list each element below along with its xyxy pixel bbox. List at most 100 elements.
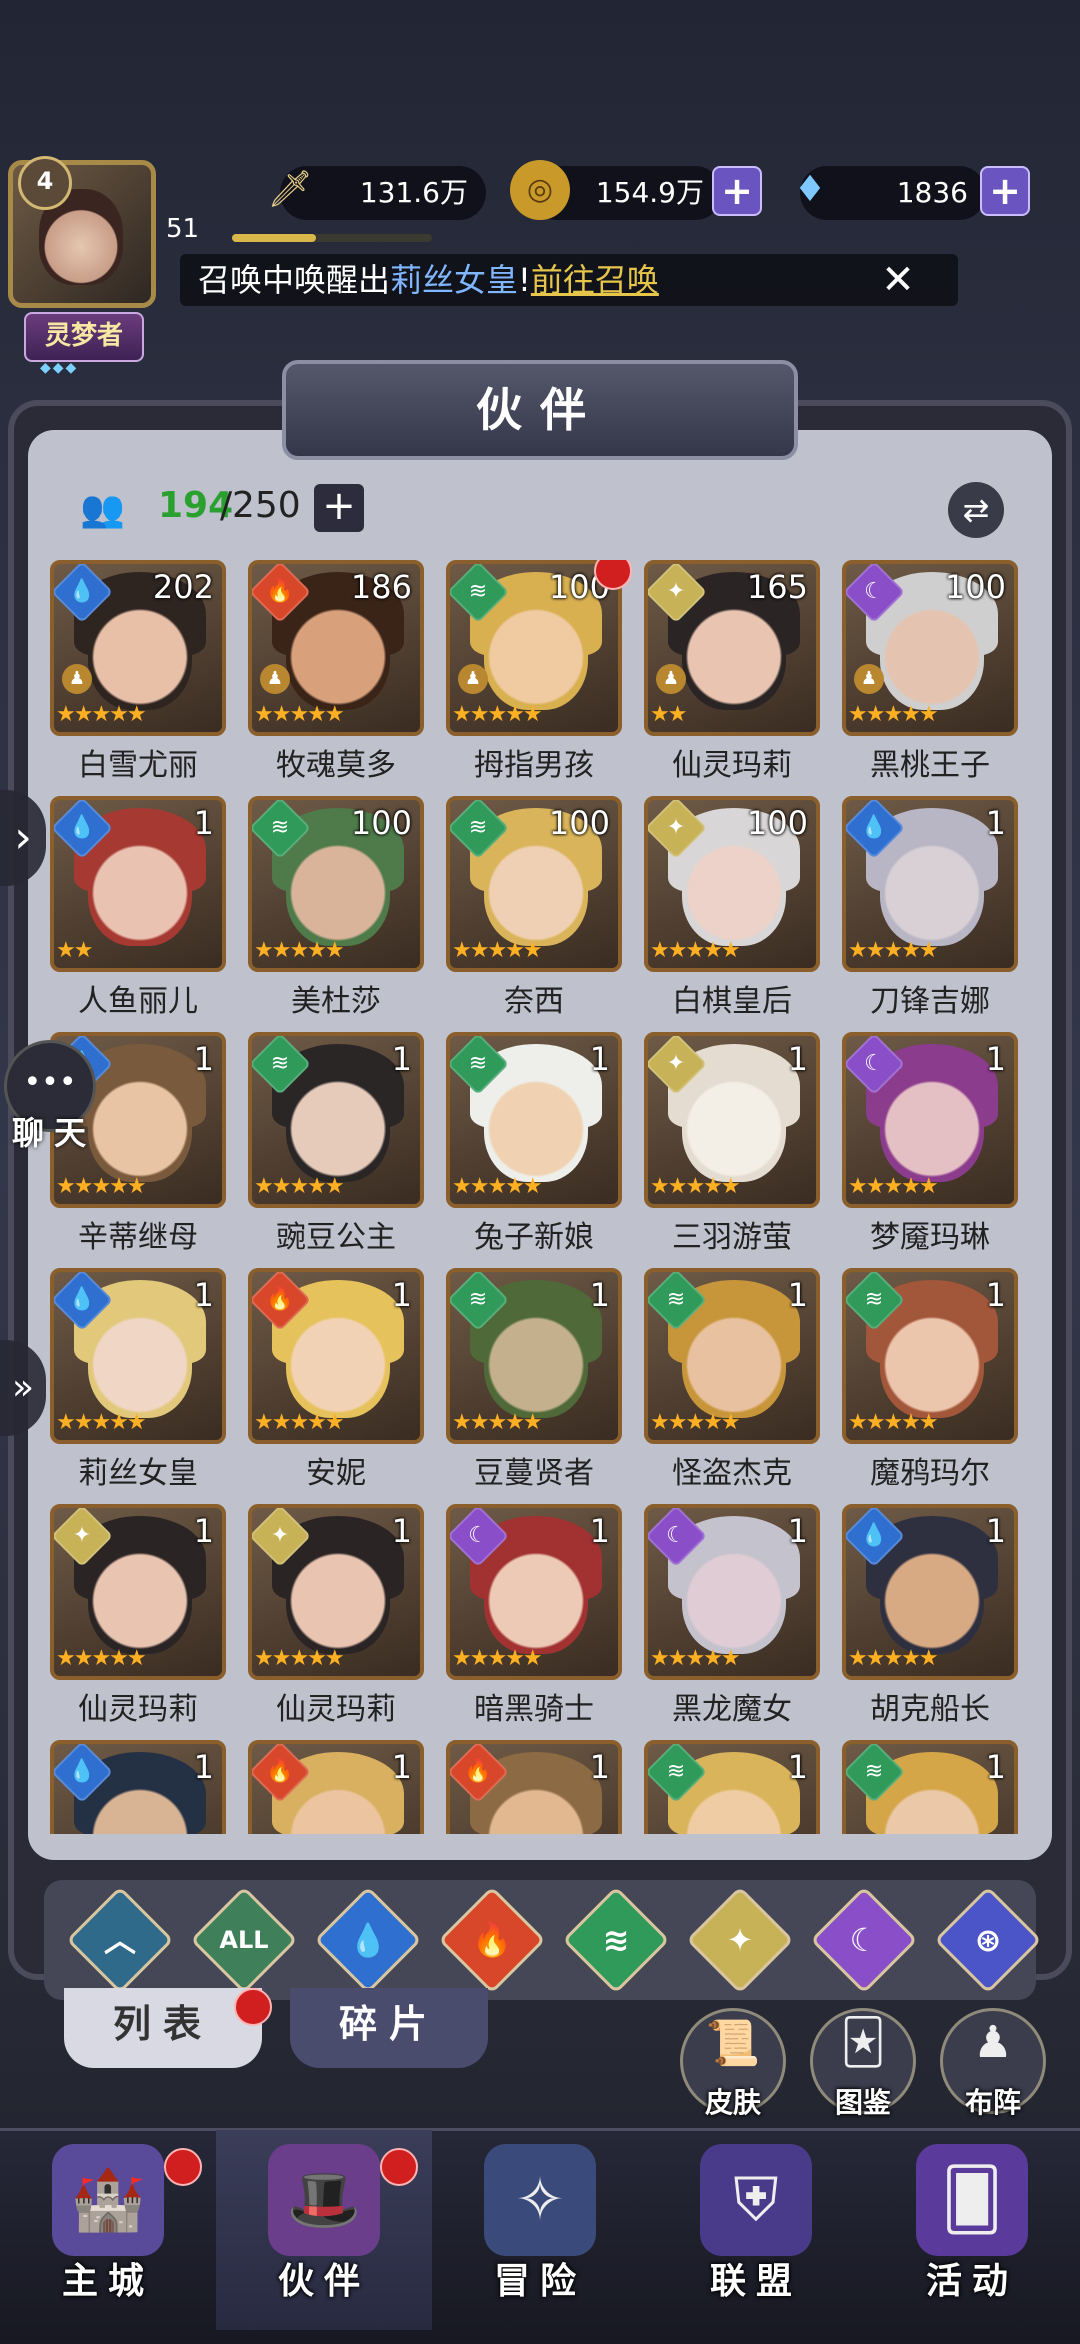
hero-level: 202 xyxy=(152,568,214,606)
element-glyph: 💧 xyxy=(860,815,888,840)
hero-face xyxy=(484,828,588,946)
hero-face xyxy=(484,1064,588,1182)
element-glyph: ✦ xyxy=(72,1523,92,1548)
hero-face xyxy=(880,1064,984,1182)
nav-events[interactable]: 🂠 活动 xyxy=(864,2130,1080,2330)
hero-name: 牧魂莫多 xyxy=(276,748,396,783)
hero-stars: ★★★★★ xyxy=(452,702,543,727)
add-gold-button[interactable]: + xyxy=(712,166,762,216)
nav-partners[interactable]: 🎩 伙伴 xyxy=(216,2130,432,2330)
add-gems-button[interactable]: + xyxy=(980,166,1030,216)
element-glyph: ≋ xyxy=(270,815,290,840)
hero-portrait-frame: 💧 1 ★★ xyxy=(50,796,226,972)
hero-level: 100 xyxy=(350,804,412,842)
hero-face xyxy=(682,828,786,946)
hero-face xyxy=(682,1064,786,1182)
hero-name: 拇指男孩 xyxy=(474,748,594,783)
hero-name: 白棋皇后 xyxy=(672,984,792,1019)
hero-name: 梦魇玛琳 xyxy=(870,1220,990,1255)
hero-level: 1 xyxy=(787,1512,808,1550)
hero-portrait-frame: ≋ 1 xyxy=(842,1740,1018,1834)
hero-face xyxy=(880,1536,984,1654)
nav-notification-dot xyxy=(164,2148,202,2186)
go-summon-link[interactable]: 前往召唤 xyxy=(531,261,659,299)
hero-name: 莉丝女皇 xyxy=(78,1456,198,1491)
hero-portrait-frame: ✦ 1 ★★★★★ xyxy=(50,1504,226,1680)
hero-name: 仙灵玛莉 xyxy=(276,1692,396,1727)
hero-name: 怪盗杰克 xyxy=(672,1456,792,1491)
filter-fire-glyph: 🔥 xyxy=(472,1921,512,1959)
hero-face xyxy=(682,1536,786,1654)
scroll-icon: 📜 xyxy=(705,2018,761,2069)
rank-title[interactable]: 灵梦者 xyxy=(24,312,144,362)
tab-list[interactable]: 列表 xyxy=(64,1988,262,2068)
element-glyph: 💧 xyxy=(68,579,96,604)
chat-label[interactable]: 聊天 xyxy=(12,1108,96,1154)
rank-stars: ◆◆◆ xyxy=(40,360,79,376)
codex-button[interactable]: 🃏 图鉴 xyxy=(810,2008,916,2119)
nav-label: 冒险 xyxy=(493,2261,586,2302)
nav-adventure[interactable]: ✧ 冒险 xyxy=(432,2130,648,2330)
hero-level: 1 xyxy=(985,1040,1006,1078)
hero-portrait-frame: ☾ 1 ★★★★★ xyxy=(446,1504,622,1680)
shield-icon: ⛨ xyxy=(700,2144,812,2256)
hero-level: 1 xyxy=(787,1748,808,1786)
hero-stars: ★★★★★ xyxy=(650,1410,741,1435)
hero-stars: ★★★★★ xyxy=(254,938,345,963)
notice-prefix: 召唤中唤醒出 xyxy=(198,261,391,299)
hero-stars: ★★★★★ xyxy=(452,1410,543,1435)
element-glyph: 🔥 xyxy=(266,1759,294,1784)
tab-fragments[interactable]: 碎片 xyxy=(290,1988,488,2068)
hero-face xyxy=(88,1536,192,1654)
chess-pawn-icon: ♟ xyxy=(62,664,92,694)
hero-level: 100 xyxy=(548,804,610,842)
nav-alliance[interactable]: ⛨ 联盟 xyxy=(648,2130,864,2330)
hero-name: 兔子新娘 xyxy=(474,1220,594,1255)
hero-stars: ★★★★★ xyxy=(452,1646,543,1671)
close-notice-icon[interactable]: ✕ xyxy=(876,258,920,302)
power-value: 131.6万 xyxy=(359,176,468,209)
filter-cosmic-glyph: ⊛ xyxy=(974,1921,1002,1959)
hero-portrait-frame: ☾ 1 ★★★★★ xyxy=(842,1032,1018,1208)
castle-icon: 🏰 xyxy=(52,2144,164,2256)
element-glyph: ☾ xyxy=(468,1523,488,1548)
sort-swap-button[interactable]: ⇄ xyxy=(948,482,1004,538)
element-glyph: ≋ xyxy=(468,815,488,840)
element-glyph: ✦ xyxy=(666,815,686,840)
hero-stars: ★★★★★ xyxy=(650,1646,741,1671)
nav-label: 伙伴 xyxy=(277,2261,370,2302)
hero-level: 1 xyxy=(787,1040,808,1078)
expand-capacity-button[interactable]: + xyxy=(314,484,364,532)
formation-button[interactable]: ♟ 布阵 xyxy=(940,2008,1046,2119)
hero-name: 辛蒂继母 xyxy=(78,1220,198,1255)
hero-stars: ★★★★★ xyxy=(254,1410,345,1435)
hero-stars: ★★★★★ xyxy=(848,702,939,727)
hero-grid[interactable]: 💧 202 ♟ ★★★★★ 白雪尤丽 🔥 186 ♟ ★★★★★ 牧魂莫多 ≋ … xyxy=(50,560,1034,1834)
hero-stars: ★★★★★ xyxy=(650,938,741,963)
tab-list-notification-dot xyxy=(234,1988,272,2026)
hero-face xyxy=(286,1064,390,1182)
hero-portrait-frame: 🔥 1 ★★★★★ xyxy=(248,1268,424,1444)
hero-portrait-frame: 💧 202 ♟ ★★★★★ xyxy=(50,560,226,736)
nav-main-city[interactable]: 🏰 主城 xyxy=(0,2130,216,2330)
chess-pawn-icon: ♟ xyxy=(656,664,686,694)
hero-portrait-frame: ≋ 1 ★★★★★ xyxy=(446,1032,622,1208)
hero-name: 仙灵玛莉 xyxy=(78,1692,198,1727)
element-glyph: 🔥 xyxy=(266,1287,294,1312)
skin-button[interactable]: 📜 皮肤 xyxy=(680,2008,786,2119)
hero-face xyxy=(484,1536,588,1654)
partner-count-max: 250 xyxy=(232,485,301,526)
hero-face xyxy=(880,1300,984,1418)
hero-portrait-frame: ≋ 1 ★★★★★ xyxy=(842,1268,1018,1444)
hero-face xyxy=(484,592,588,710)
hero-stars: ★★ xyxy=(56,938,93,963)
hero-face xyxy=(880,828,984,946)
codex-label: 图鉴 xyxy=(834,2086,891,2119)
hero-stars: ★★★★★ xyxy=(650,1174,741,1199)
hero-stars: ★★★★★ xyxy=(254,702,345,727)
nav-notification-dot xyxy=(380,2148,418,2186)
element-glyph: 💧 xyxy=(860,1523,888,1548)
partner-count-sep: / xyxy=(220,485,233,526)
hero-level: 1 xyxy=(985,1276,1006,1314)
hero-name: 三羽游萤 xyxy=(672,1220,792,1255)
